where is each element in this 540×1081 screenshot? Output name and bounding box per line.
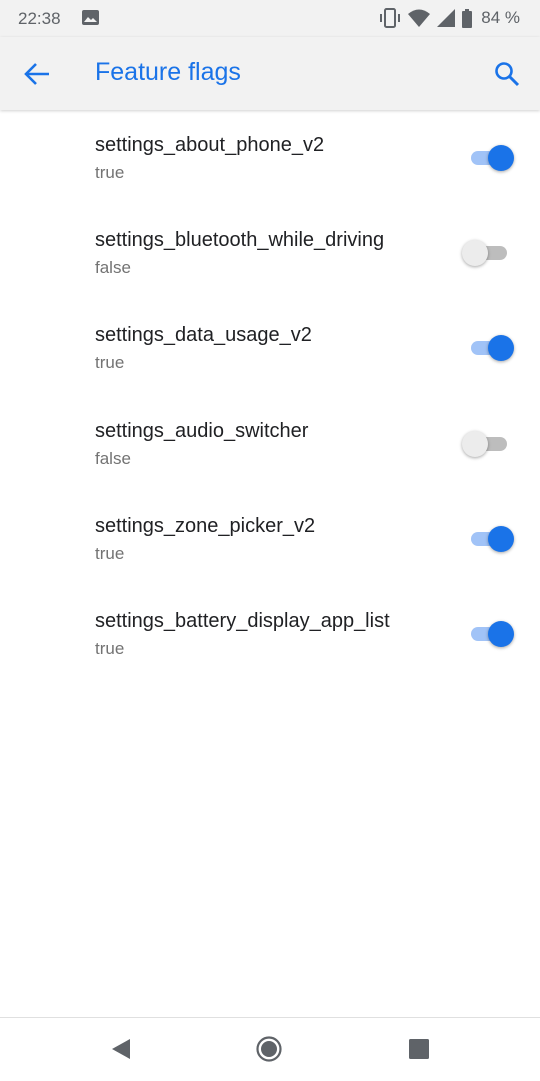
nav-home-icon [256,1036,282,1062]
search-button[interactable] [484,51,530,97]
feature-flag-list: settings_about_phone_v2 true settings_bl… [0,110,540,681]
toggle-thumb [488,145,514,171]
image-icon [82,10,99,25]
flag-item[interactable]: settings_bluetooth_while_driving false [0,205,540,300]
flag-value: false [95,258,131,278]
flag-item[interactable]: settings_zone_picker_v2 true [0,491,540,586]
flag-item[interactable]: settings_battery_display_app_list true [0,586,540,681]
nav-home-button[interactable] [252,1032,286,1066]
flag-toggle[interactable] [462,525,516,553]
toggle-thumb [462,240,488,267]
flag-value: true [95,353,125,373]
nav-back-button[interactable] [104,1032,138,1066]
flag-toggle[interactable] [462,144,516,172]
battery-percentage: 84 % [481,8,520,27]
flag-name: settings_data_usage_v2 [95,324,312,347]
flag-toggle[interactable] [462,620,516,648]
flag-item[interactable]: settings_data_usage_v2 true [0,300,540,395]
search-icon [495,62,520,87]
flag-toggle[interactable] [462,430,516,458]
flag-item[interactable]: settings_about_phone_v2 true [0,110,540,205]
toggle-thumb [488,335,514,362]
flag-value: true [95,163,125,182]
signal-icon [437,9,456,27]
flag-value: true [95,638,125,658]
toggle-thumb [488,620,514,647]
vibrate-icon [380,8,401,28]
nav-back-icon [112,1039,130,1059]
flag-toggle[interactable] [462,334,516,362]
arrow-back-icon [24,63,49,85]
flag-name: settings_battery_display_app_list [95,609,390,632]
status-time: 22:38 [18,9,61,28]
flag-item[interactable]: settings_audio_switcher false [0,396,540,491]
nav-recents-icon [409,1039,429,1059]
back-button[interactable] [14,51,60,97]
flag-name: settings_about_phone_v2 [95,134,325,156]
flag-name: settings_zone_picker_v2 [95,514,316,537]
status-icons: 84 % [379,8,520,28]
navigation-bar [0,1017,540,1081]
page-title: Feature flags [95,58,241,86]
flag-toggle[interactable] [462,239,516,267]
flag-value: false [95,448,131,468]
flag-name: settings_audio_switcher [95,419,309,442]
nav-recents-button[interactable] [402,1032,436,1066]
toggle-thumb [488,525,514,552]
battery-icon [462,8,473,28]
app-bar: Feature flags [0,37,540,110]
toggle-thumb [462,430,488,457]
wifi-icon [408,9,431,27]
status-bar: 22:38 84 % [0,0,540,37]
flag-value: true [95,543,125,563]
flag-name: settings_bluetooth_while_driving [95,229,385,252]
